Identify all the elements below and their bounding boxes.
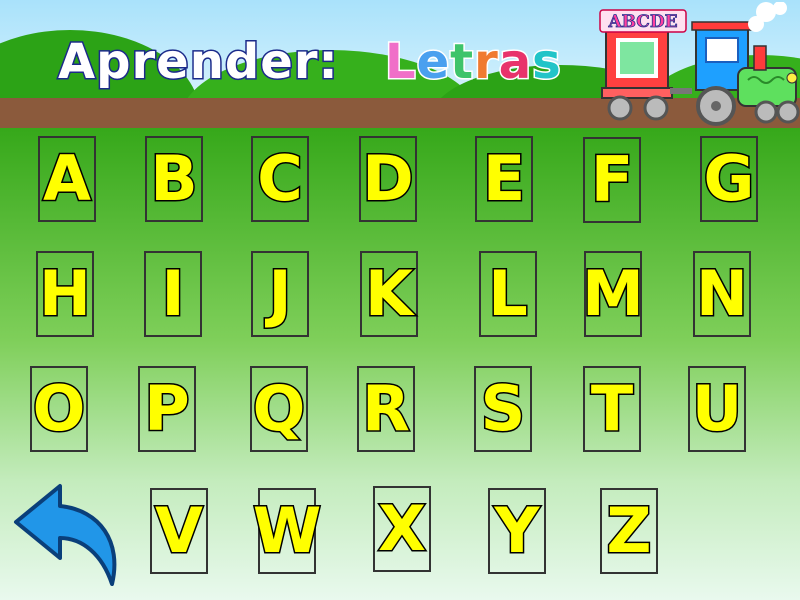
letter-tile-l[interactable]: L — [479, 251, 537, 337]
back-arrow-icon[interactable] — [12, 480, 122, 590]
letter-label: N — [695, 257, 750, 330]
letter-label: Q — [251, 372, 307, 445]
letter-tile-m[interactable]: M — [581, 251, 646, 337]
title-prefix: Aprender: — [57, 33, 340, 92]
letter-label: E — [481, 142, 526, 215]
letter-tile-n[interactable]: N — [693, 251, 751, 337]
title-letter: s — [531, 33, 563, 92]
letter-tile-y[interactable]: Y — [488, 488, 546, 574]
letter-label: H — [38, 257, 93, 330]
letter-tile-c[interactable]: C — [251, 136, 309, 222]
letter-tile-j[interactable]: J — [251, 251, 309, 337]
letter-label: R — [361, 372, 412, 445]
letter-label: J — [267, 257, 293, 330]
letter-label: O — [31, 372, 87, 445]
letter-tile-s[interactable]: S — [474, 366, 532, 452]
letter-tile-r[interactable]: R — [357, 366, 415, 452]
letter-label: L — [487, 257, 529, 330]
letter-tile-f[interactable]: F — [583, 137, 641, 223]
letter-label: Z — [605, 494, 653, 567]
letter-label: V — [154, 494, 205, 567]
title-letter: a — [497, 33, 533, 92]
letter-label: P — [143, 372, 191, 445]
letter-tile-e[interactable]: E — [475, 136, 533, 222]
letter-label: B — [149, 142, 199, 215]
letter-tile-a[interactable]: A — [38, 136, 96, 222]
title-letter: e — [415, 33, 451, 92]
letter-tile-d[interactable]: D — [359, 136, 417, 222]
letter-tile-x[interactable]: X — [373, 486, 431, 572]
letter-label: U — [690, 372, 743, 445]
title-letter: t — [449, 33, 475, 92]
letter-tile-v[interactable]: V — [150, 488, 208, 574]
letter-tile-o[interactable]: O — [30, 366, 88, 452]
letter-tile-q[interactable]: Q — [250, 366, 308, 452]
letter-tile-k[interactable]: K — [360, 251, 418, 337]
train-icon: ABCDE — [599, 2, 800, 126]
letter-label: T — [589, 372, 634, 445]
letter-label: Y — [493, 494, 541, 567]
letter-label: A — [42, 142, 93, 215]
letter-label: S — [479, 372, 527, 445]
train-sign-text: ABCDE — [607, 12, 677, 32]
title-letter: L — [384, 33, 418, 92]
letter-tile-i[interactable]: I — [144, 251, 202, 337]
letter-label: I — [160, 257, 186, 330]
letter-label: W — [251, 494, 322, 567]
letter-tile-h[interactable]: H — [36, 251, 94, 337]
title-letter: r — [473, 33, 500, 92]
letter-tile-w[interactable]: W — [251, 488, 323, 574]
title-word-letras: Letras — [384, 30, 563, 94]
letter-tile-t[interactable]: T — [583, 366, 641, 452]
letter-label: X — [377, 492, 428, 565]
letter-label: D — [361, 142, 415, 215]
letter-tile-p[interactable]: P — [138, 366, 196, 452]
letter-tile-g[interactable]: G — [700, 136, 758, 222]
letter-tile-z[interactable]: Z — [600, 488, 658, 574]
letter-tile-u[interactable]: U — [688, 366, 746, 452]
letter-label: K — [363, 257, 414, 330]
letter-label: G — [702, 142, 756, 215]
letter-label: C — [256, 142, 304, 215]
letter-label: M — [581, 257, 646, 330]
letter-label: F — [589, 143, 634, 216]
letter-tile-b[interactable]: B — [145, 136, 203, 222]
